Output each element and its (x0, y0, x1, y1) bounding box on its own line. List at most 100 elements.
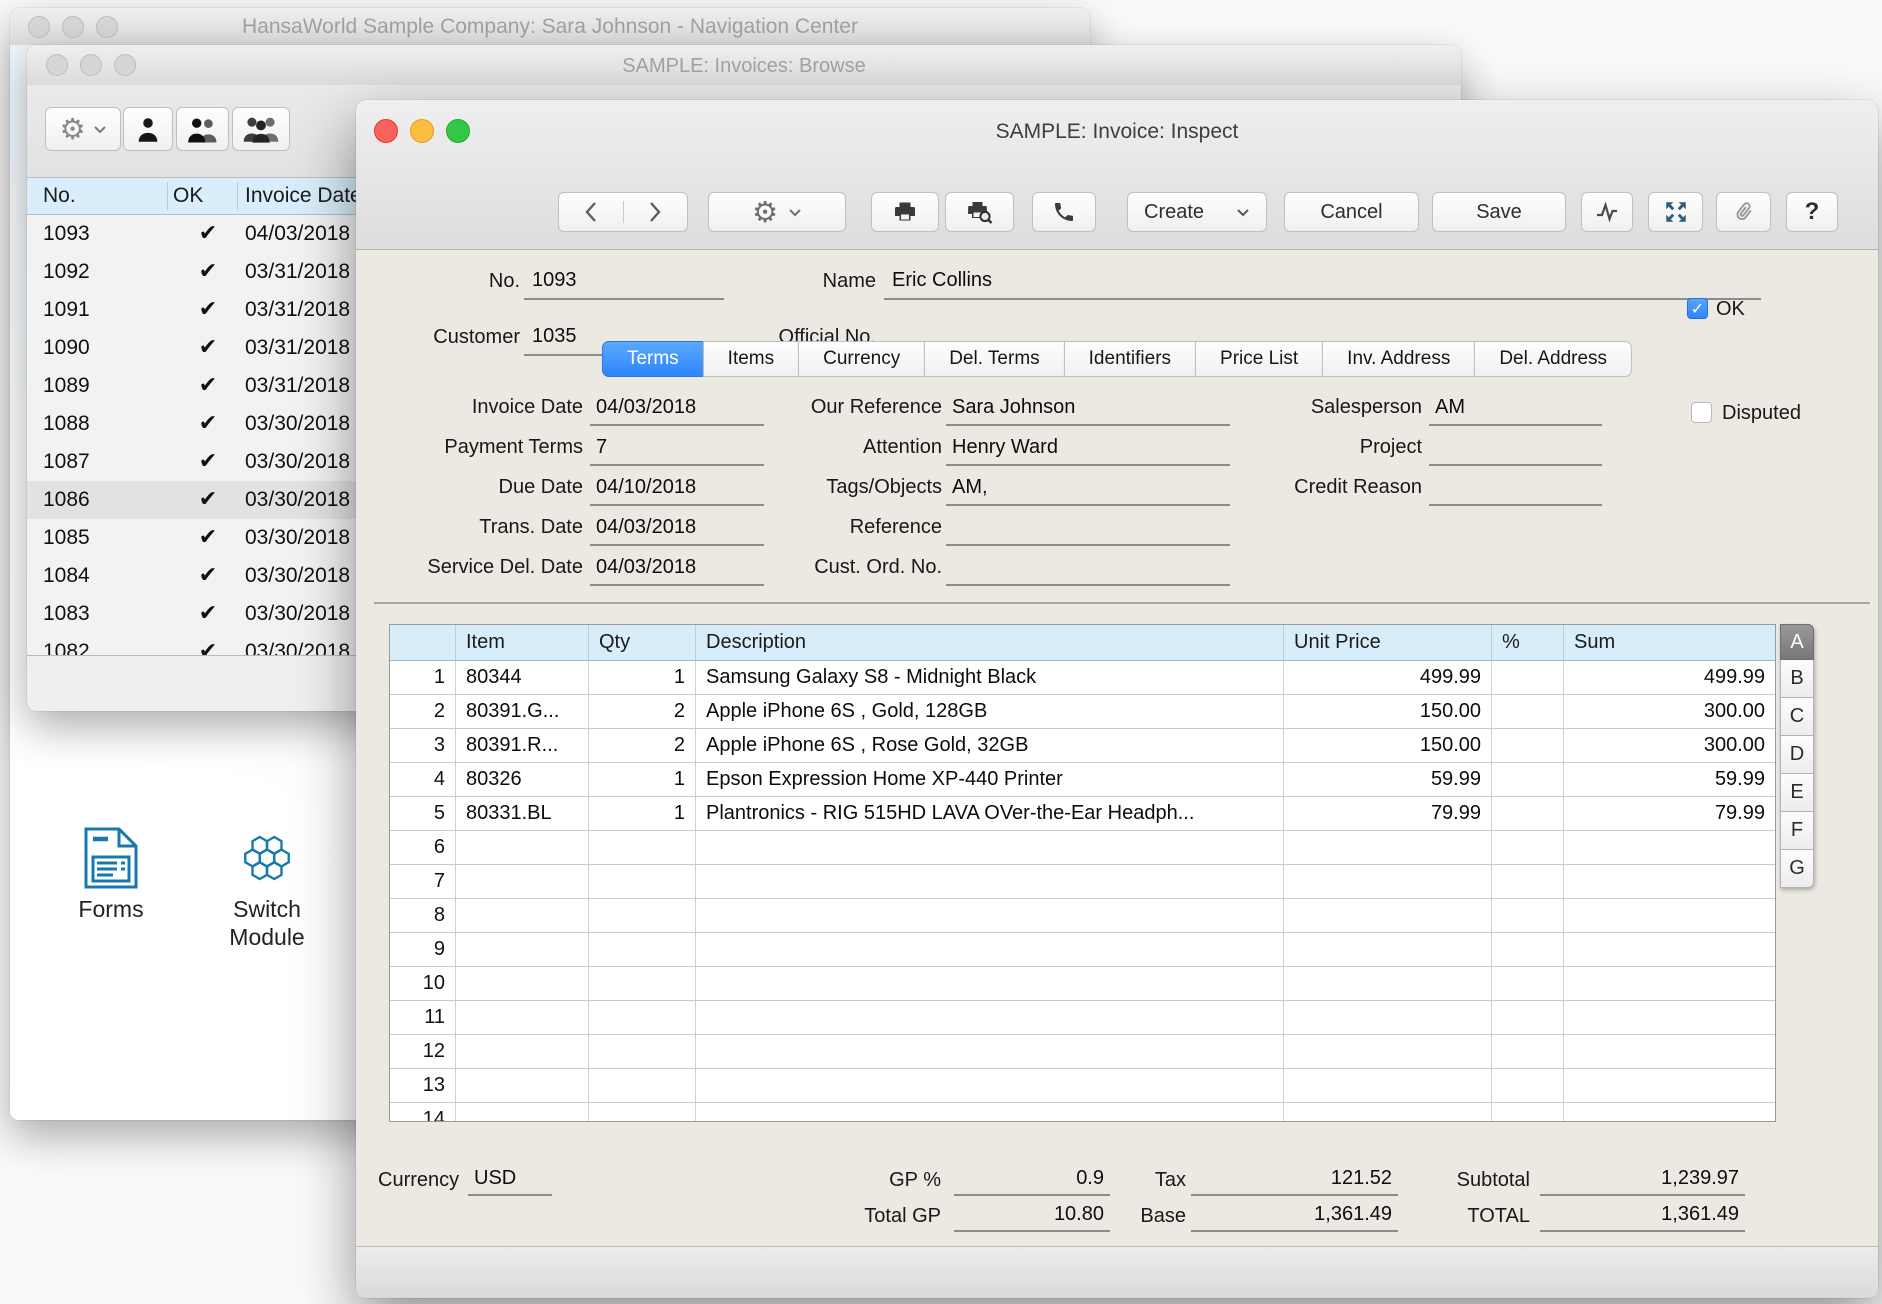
tab[interactable]: Inv. Address (1322, 341, 1475, 377)
contact-person-button[interactable] (123, 107, 173, 151)
tab[interactable]: Del. Address (1474, 341, 1632, 377)
field-input[interactable] (1429, 470, 1602, 506)
invoices-browse-titlebar[interactable]: SAMPLE: Invoices: Browse (27, 45, 1461, 86)
line-item-code[interactable] (456, 899, 589, 932)
field-input[interactable]: AM, (946, 470, 1230, 506)
line-description[interactable] (696, 899, 1284, 932)
line-unit-price[interactable] (1284, 1001, 1492, 1034)
column-header-description[interactable]: Description (696, 625, 1284, 660)
line-description[interactable]: Plantronics - RIG 515HD LAVA OVer-the-Ea… (696, 797, 1284, 830)
line-sum[interactable]: 59.99 (1564, 763, 1775, 796)
line-unit-price[interactable] (1284, 831, 1492, 864)
line-qty[interactable]: 2 (589, 729, 696, 762)
line-percent[interactable] (1492, 729, 1564, 762)
line-qty[interactable]: 1 (589, 797, 696, 830)
tab[interactable]: Price List (1195, 341, 1323, 377)
line-percent[interactable] (1492, 831, 1564, 864)
flip-tab[interactable]: A (1780, 624, 1814, 660)
column-header-percent[interactable]: % (1492, 625, 1564, 660)
print-preview-button[interactable] (945, 192, 1014, 232)
cancel-button[interactable]: Cancel (1284, 192, 1419, 232)
line-sum[interactable] (1564, 1069, 1775, 1102)
line-description[interactable] (696, 1103, 1284, 1122)
line-sum[interactable] (1564, 967, 1775, 1000)
line-item-code[interactable]: 80326 (456, 763, 589, 796)
field-input[interactable] (1429, 430, 1602, 466)
tab[interactable]: Terms (602, 341, 704, 377)
field-input[interactable]: Henry Ward (946, 430, 1230, 466)
tab[interactable]: Del. Terms (924, 341, 1064, 377)
line-unit-price[interactable] (1284, 865, 1492, 898)
field-input[interactable]: Sara Johnson (946, 390, 1230, 426)
line-item-code[interactable] (456, 831, 589, 864)
create-menu-button[interactable]: Create (1127, 192, 1267, 232)
line-sum[interactable] (1564, 899, 1775, 932)
line-item-code[interactable]: 80331.BL (456, 797, 589, 830)
line-sum[interactable]: 499.99 (1564, 661, 1775, 694)
line-unit-price[interactable] (1284, 933, 1492, 966)
line-unit-price[interactable] (1284, 1069, 1492, 1102)
line-item-code[interactable] (456, 865, 589, 898)
line-description[interactable] (696, 865, 1284, 898)
previous-record-button[interactable] (559, 201, 623, 223)
line-item-code[interactable]: 80391.G... (456, 695, 589, 728)
line-description[interactable]: Apple iPhone 6S , Gold, 128GB (696, 695, 1284, 728)
invoice-no-field[interactable]: 1093 (524, 262, 724, 300)
line-description[interactable]: Apple iPhone 6S , Rose Gold, 32GB (696, 729, 1284, 762)
call-button[interactable] (1032, 192, 1096, 232)
tab[interactable]: Currency (798, 341, 925, 377)
attachments-button[interactable] (1716, 192, 1771, 232)
line-description[interactable]: Samsung Galaxy S8 - Midnight Black (696, 661, 1284, 694)
line-item-code[interactable] (456, 933, 589, 966)
line-description[interactable] (696, 967, 1284, 1000)
field-input[interactable]: 04/03/2018 (590, 390, 764, 426)
line-sum[interactable]: 300.00 (1564, 695, 1775, 728)
shortcut-forms[interactable]: Forms (51, 827, 171, 923)
line-unit-price[interactable] (1284, 1035, 1492, 1068)
subtotal-field[interactable]: 1,239.97 (1540, 1162, 1745, 1196)
line-sum[interactable]: 300.00 (1564, 729, 1775, 762)
navigation-center-titlebar[interactable]: HansaWorld Sample Company: Sara Johnson … (10, 8, 1090, 46)
currency-field[interactable]: USD (468, 1162, 552, 1196)
field-input[interactable] (946, 510, 1230, 546)
line-item-code[interactable]: 80391.R... (456, 729, 589, 762)
line-percent[interactable] (1492, 695, 1564, 728)
line-qty[interactable] (589, 865, 696, 898)
operations-menu-button[interactable]: ⚙ (708, 192, 846, 232)
flip-tab[interactable]: D (1780, 736, 1814, 774)
customer-name-field[interactable]: Eric Collins (884, 262, 1761, 300)
line-qty[interactable] (589, 1035, 696, 1068)
line-unit-price[interactable]: 59.99 (1284, 763, 1492, 796)
flip-tab[interactable]: F (1780, 812, 1814, 850)
line-qty[interactable] (589, 1001, 696, 1034)
next-record-button[interactable] (623, 201, 688, 223)
line-sum[interactable] (1564, 933, 1775, 966)
line-item-code[interactable] (456, 1001, 589, 1034)
line-qty[interactable] (589, 933, 696, 966)
flip-tab[interactable]: G (1780, 850, 1814, 888)
field-input[interactable]: 7 (590, 430, 764, 466)
line-unit-price[interactable]: 150.00 (1284, 729, 1492, 762)
save-button[interactable]: Save (1432, 192, 1566, 232)
column-separator[interactable] (237, 182, 238, 210)
tab[interactable]: Identifiers (1064, 341, 1196, 377)
expand-button[interactable] (1648, 192, 1703, 232)
invoice-inspect-titlebar[interactable]: SAMPLE: Invoice: Inspect ⚙ (356, 100, 1878, 250)
line-percent[interactable] (1492, 661, 1564, 694)
column-header-unit-price[interactable]: Unit Price (1284, 625, 1492, 660)
line-unit-price[interactable]: 79.99 (1284, 797, 1492, 830)
column-header-sum[interactable]: Sum (1564, 625, 1775, 660)
line-item-code[interactable] (456, 1103, 589, 1122)
line-sum[interactable]: 79.99 (1564, 797, 1775, 830)
line-item-code[interactable]: 80344 (456, 661, 589, 694)
flip-tab[interactable]: B (1780, 660, 1814, 698)
line-percent[interactable] (1492, 1069, 1564, 1102)
help-button[interactable]: ? (1786, 192, 1838, 232)
operations-menu-button[interactable]: ⚙ (45, 107, 121, 151)
line-unit-price[interactable]: 499.99 (1284, 661, 1492, 694)
line-sum[interactable] (1564, 831, 1775, 864)
contact-pair-button[interactable] (176, 107, 229, 151)
line-qty[interactable] (589, 1103, 696, 1122)
line-qty[interactable] (589, 1069, 696, 1102)
field-input[interactable] (946, 550, 1230, 586)
